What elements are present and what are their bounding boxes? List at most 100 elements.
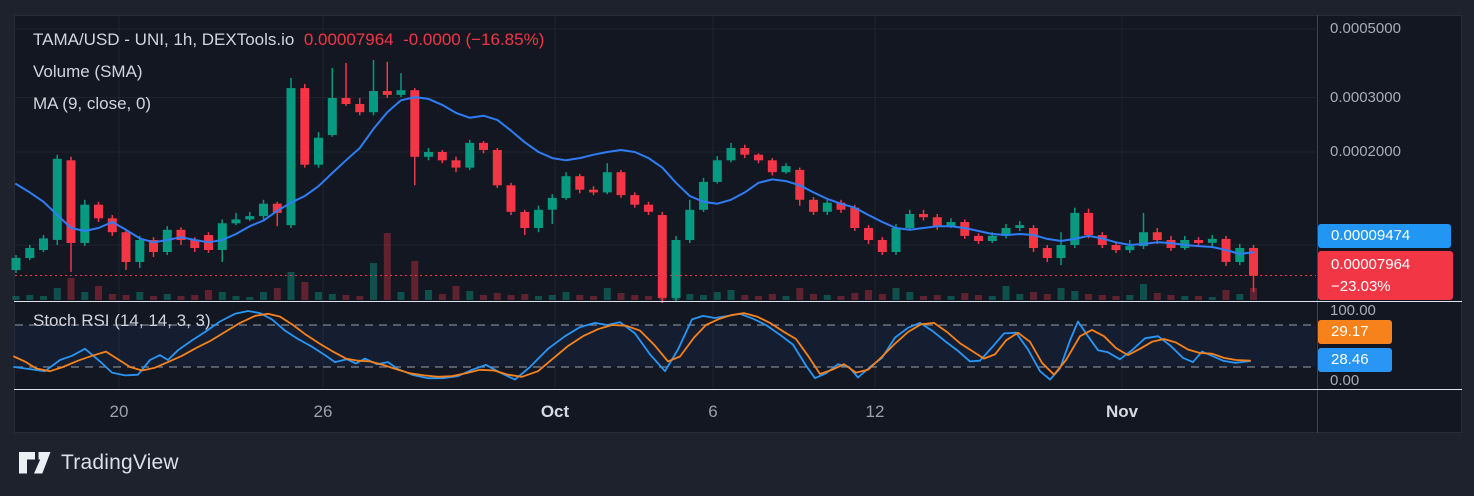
volume-bar bbox=[741, 295, 749, 300]
tradingview-logo-icon bbox=[19, 452, 51, 474]
volume-bar bbox=[617, 293, 625, 300]
candle-body bbox=[465, 142, 475, 168]
candle-body bbox=[314, 137, 323, 165]
time-axis-label: 6 bbox=[708, 402, 718, 421]
last-price-change: −23.03% bbox=[1331, 278, 1391, 295]
candle-body bbox=[39, 238, 48, 250]
symbol-title: TAMA/USD - UNI, 1h, DEXTools.io bbox=[33, 30, 295, 49]
volume-bar bbox=[438, 294, 446, 300]
candle-body bbox=[94, 204, 103, 219]
legend-volume-row[interactable]: Volume (SMA) bbox=[33, 62, 143, 81]
legend-ma-row[interactable]: MA (9, close, 0) bbox=[33, 94, 151, 113]
volume-bar bbox=[53, 288, 61, 300]
volume-bar bbox=[823, 295, 831, 300]
volume-bar bbox=[108, 294, 116, 300]
time-axis-label: Nov bbox=[1105, 402, 1139, 421]
candle-body bbox=[822, 202, 832, 212]
price-axis-label: 0.0005000 bbox=[1330, 20, 1401, 37]
volume-bar bbox=[1030, 292, 1037, 300]
candle-body bbox=[1015, 225, 1025, 228]
candle-body bbox=[107, 218, 117, 233]
candle-body bbox=[685, 209, 695, 240]
candle-body bbox=[987, 235, 997, 241]
volume-bar bbox=[1057, 288, 1065, 300]
ma-value-badge: 0.00009474 bbox=[1318, 224, 1451, 248]
volume-bar bbox=[122, 295, 130, 300]
volume-bar bbox=[603, 288, 611, 300]
volume-bar bbox=[755, 296, 762, 300]
volume-bar bbox=[493, 293, 501, 300]
volume-bar bbox=[865, 290, 872, 300]
candle-body bbox=[424, 152, 433, 157]
candle-body bbox=[506, 185, 516, 212]
volume-bar bbox=[1153, 293, 1161, 300]
candle-body bbox=[602, 172, 612, 193]
price-axis-label: 0.0003000 bbox=[1330, 89, 1401, 106]
volume-bar bbox=[1195, 296, 1202, 300]
candle-body bbox=[932, 217, 942, 227]
candle-body bbox=[767, 160, 777, 173]
legend-symbol-row[interactable]: TAMA/USD - UNI, 1h, DEXTools.io 0.000079… bbox=[33, 30, 544, 49]
candle-body bbox=[699, 181, 708, 210]
candle-body bbox=[616, 172, 626, 196]
volume-bar bbox=[273, 288, 281, 300]
volume-bar bbox=[370, 263, 377, 300]
volume-bar bbox=[521, 294, 529, 300]
stoch-band bbox=[15, 325, 1316, 367]
candle-body bbox=[259, 203, 268, 217]
candle-body bbox=[781, 166, 791, 173]
tradingview-branding[interactable]: TradingView bbox=[18, 450, 179, 476]
chart-canvas[interactable] bbox=[0, 0, 1474, 496]
volume-bar bbox=[906, 292, 914, 300]
candle-body bbox=[589, 189, 598, 193]
volume-bar bbox=[397, 292, 405, 300]
volume-bar bbox=[892, 288, 900, 300]
volume-bar bbox=[562, 292, 570, 300]
volume-bar bbox=[631, 295, 639, 300]
candle-body bbox=[905, 214, 915, 228]
volume-bar bbox=[342, 295, 350, 300]
stoch-d-badge: 29.17 bbox=[1318, 320, 1392, 344]
candle-body bbox=[479, 142, 488, 150]
candle-body bbox=[355, 104, 365, 113]
candle-body bbox=[1194, 240, 1203, 243]
pane-separator[interactable] bbox=[14, 301, 1462, 302]
volume-bar bbox=[713, 292, 721, 300]
candle-body bbox=[1084, 212, 1093, 235]
candle-body bbox=[341, 98, 351, 104]
volume-bar bbox=[40, 296, 47, 300]
volume-bar bbox=[315, 292, 322, 300]
candle-body bbox=[410, 90, 420, 157]
candle-body bbox=[451, 160, 461, 168]
volume-bar bbox=[411, 261, 419, 300]
candle-body bbox=[121, 232, 131, 262]
candle-body bbox=[369, 91, 378, 113]
candle-body bbox=[1029, 228, 1038, 248]
volume-bar bbox=[645, 296, 652, 300]
volume-bar bbox=[218, 292, 226, 300]
volume-bar bbox=[727, 290, 735, 300]
volume-bar bbox=[1112, 296, 1120, 300]
volume-bar bbox=[700, 295, 707, 300]
volume-bar bbox=[12, 296, 20, 300]
volume-bar bbox=[837, 296, 845, 300]
volume-bar bbox=[878, 294, 886, 300]
volume-bar bbox=[425, 290, 432, 300]
candle-body bbox=[1152, 232, 1162, 240]
volume-bar bbox=[1043, 294, 1051, 300]
volume-bar bbox=[163, 294, 171, 300]
volume-bar bbox=[920, 296, 927, 300]
volume-bar bbox=[1002, 286, 1010, 300]
legend-stoch-row[interactable]: Stoch RSI (14, 14, 3, 3) bbox=[33, 311, 211, 330]
candle-body bbox=[657, 215, 667, 298]
volume-bar bbox=[796, 288, 804, 300]
volume-bar bbox=[1071, 291, 1079, 300]
candle-body bbox=[850, 207, 860, 228]
volume-indicator-label: Volume (SMA) bbox=[33, 62, 143, 81]
volume-bar bbox=[590, 296, 597, 300]
volume-bar bbox=[686, 294, 694, 300]
volume-bar bbox=[1085, 294, 1092, 300]
time-axis-separator[interactable] bbox=[14, 389, 1462, 390]
candle-body bbox=[396, 90, 406, 95]
volume-bar bbox=[988, 296, 996, 300]
